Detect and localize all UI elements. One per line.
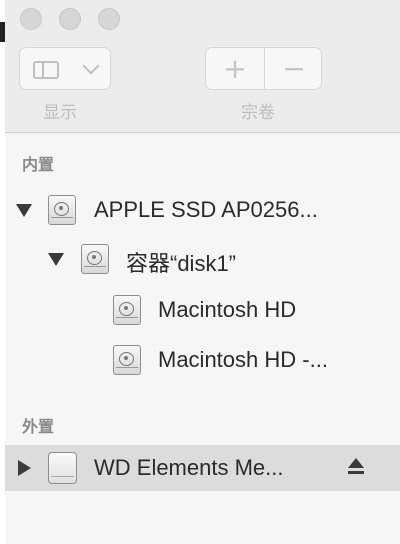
chevron-down-icon bbox=[82, 57, 100, 75]
section-header-internal: 内置 bbox=[22, 155, 55, 174]
sidebar-item-label: 容器“disk1” bbox=[126, 251, 237, 276]
sidebar-item-macintosh-hd[interactable]: Macintosh HD bbox=[5, 287, 400, 333]
disclosure-triangle-down-icon[interactable] bbox=[48, 253, 64, 266]
section-header-external: 外置 bbox=[22, 417, 55, 436]
minimize-window-button[interactable] bbox=[59, 8, 81, 30]
internal-disk-icon bbox=[48, 195, 76, 225]
toolbar: 显示 + − 宗卷 bbox=[5, 0, 400, 133]
internal-disk-icon bbox=[81, 244, 109, 274]
view-menu-button[interactable] bbox=[19, 47, 111, 90]
sidebar-item-apple-ssd[interactable]: APPLE SSD AP0256... bbox=[5, 187, 400, 233]
add-volume-button[interactable]: + bbox=[206, 51, 264, 87]
external-disk-icon bbox=[48, 452, 77, 484]
view-label: 显示 bbox=[43, 103, 77, 123]
sidebar-item-label: WD Elements Me... bbox=[94, 455, 284, 480]
disclosure-triangle-right-icon[interactable] bbox=[18, 460, 31, 476]
sidebar-item-wd-elements[interactable]: WD Elements Me... bbox=[5, 445, 400, 491]
internal-disk-icon bbox=[113, 295, 141, 325]
eject-icon[interactable] bbox=[346, 458, 366, 476]
sidebar-item-macintosh-hd-data[interactable]: Macintosh HD -... bbox=[5, 337, 400, 383]
remove-volume-button[interactable]: − bbox=[265, 51, 323, 87]
internal-disk-icon bbox=[113, 345, 141, 375]
zoom-window-button[interactable] bbox=[98, 8, 120, 30]
sidebar-item-label: APPLE SSD AP0256... bbox=[94, 197, 318, 222]
sidebar-item-container-disk1[interactable]: 容器“disk1” bbox=[5, 236, 400, 282]
volume-label: 宗卷 bbox=[241, 103, 275, 123]
disclosure-triangle-down-icon[interactable] bbox=[16, 204, 32, 217]
sidebar-item-label: Macintosh HD bbox=[158, 297, 297, 322]
volume-segmented-control: + − bbox=[205, 47, 322, 90]
disk-utility-window: 显示 + − 宗卷 内置 APPLE SSD AP0256... 容器“disk… bbox=[5, 0, 400, 544]
close-window-button[interactable] bbox=[20, 8, 42, 30]
sidebar: 内置 APPLE SSD AP0256... 容器“disk1” Macinto… bbox=[5, 133, 400, 544]
sidebar-item-label: Macintosh HD -... bbox=[158, 347, 328, 372]
sidebar-icon bbox=[33, 61, 59, 79]
